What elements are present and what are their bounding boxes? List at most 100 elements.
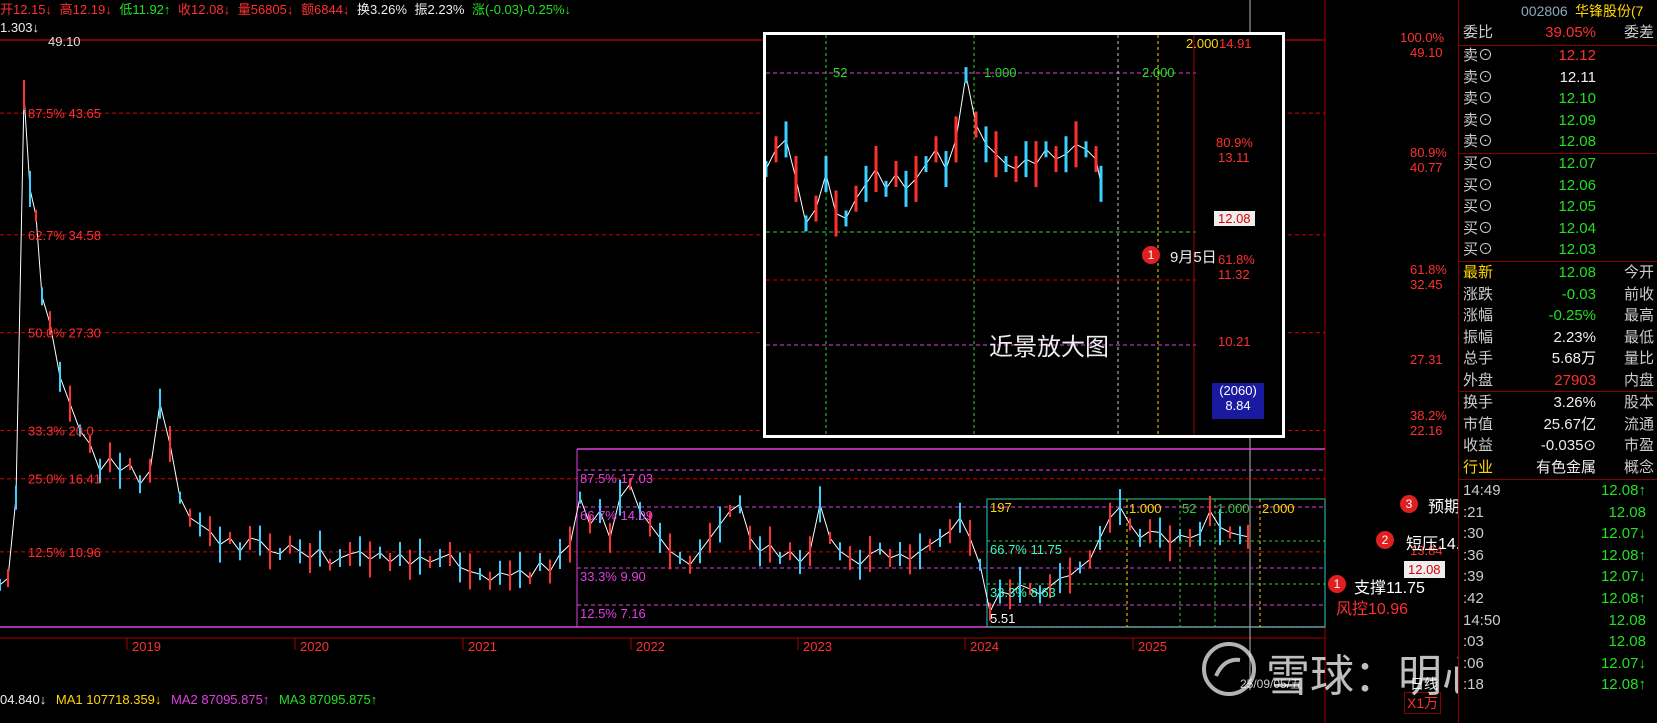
tick-label: :39 bbox=[1463, 568, 1484, 586]
indicator-bar: 04.840↓ MA1 107718.359↓ MA2 87095.875↑ M… bbox=[0, 692, 383, 707]
tick-label: :06 bbox=[1463, 654, 1484, 672]
fib-label: 62.7% 34.58 bbox=[28, 228, 101, 243]
volume-value: 量56805↓ bbox=[237, 2, 294, 17]
fib-label: 33.3% 9.90 bbox=[580, 569, 646, 584]
fib-label: 33.3% 20.0 bbox=[28, 424, 94, 439]
year-label: 2019 bbox=[132, 639, 161, 654]
tick-value: 12.08 bbox=[1608, 611, 1646, 629]
stat-label: 市值 bbox=[1463, 415, 1494, 433]
time-mark-label: 1.000 bbox=[1129, 501, 1162, 516]
ask-row: 卖⊙ 12.09 bbox=[1459, 110, 1657, 132]
tick-row: :18 12.08↑ bbox=[1459, 674, 1657, 696]
stat-label2: 前收 bbox=[1623, 285, 1654, 303]
stat-value: 5.68万 bbox=[1551, 350, 1596, 368]
inset-marker-1: 1 bbox=[1142, 246, 1160, 264]
bid-label: 买⊙ bbox=[1463, 219, 1494, 237]
year-label: 2022 bbox=[636, 639, 665, 654]
stat-label: 涨跌 bbox=[1463, 285, 1494, 303]
tick-label: 14:49 bbox=[1463, 482, 1501, 499]
inset-date-label: 9月5日 bbox=[1170, 249, 1217, 266]
tick-label: :30 bbox=[1463, 525, 1484, 543]
axis-tick: 80.9% bbox=[1410, 145, 1447, 160]
tick-row: :06 12.07↓ bbox=[1459, 653, 1657, 675]
bid-value: 12.06 bbox=[1558, 176, 1596, 194]
ask-value: 12.12 bbox=[1558, 47, 1596, 64]
tick-label: :21 bbox=[1463, 503, 1484, 521]
stat-label2: 最低 bbox=[1623, 328, 1654, 346]
high-value: 高12.19↓ bbox=[59, 2, 112, 17]
right-price-axis: 100.0% 49.10 80.9% 40.77 61.8% 32.45 27.… bbox=[1400, 0, 1458, 723]
stat-value: 25.67亿 bbox=[1543, 415, 1596, 433]
axis-tick: 100.0% bbox=[1400, 30, 1445, 45]
ask-label: 卖⊙ bbox=[1463, 47, 1494, 64]
inset-chart bbox=[764, 35, 1196, 435]
stat-label: 外盘 bbox=[1463, 372, 1494, 389]
bid-row: 买⊙ 12.07 bbox=[1459, 153, 1657, 175]
inset-count-box: (2060) 8.84 bbox=[1212, 383, 1264, 419]
axis-tick: 61.8% bbox=[1410, 262, 1447, 277]
stat-value: -0.035⊙ bbox=[1540, 437, 1596, 455]
stat-row: 换手 3.26% 股本 bbox=[1459, 392, 1657, 414]
inset-caption: 近景放大图 bbox=[989, 334, 1109, 361]
tick-value: 12.07↓ bbox=[1600, 525, 1646, 543]
stat-row: 涨跌 -0.03 前收 bbox=[1459, 284, 1657, 306]
axis-tick: 32.45 bbox=[1410, 277, 1443, 292]
inset-mark: 2.000 bbox=[1142, 65, 1175, 80]
amount-value: 额6844↓ bbox=[301, 2, 350, 17]
tick-value: 12.08↑ bbox=[1600, 590, 1646, 607]
xueqiu-logo-icon bbox=[1202, 642, 1256, 696]
stat-row: 最新 12.08 今开 bbox=[1459, 262, 1657, 284]
close-value: 收12.08↓ bbox=[178, 2, 231, 17]
inset-tick: 80.9% bbox=[1216, 135, 1253, 150]
ask-value: 12.10 bbox=[1558, 90, 1596, 108]
tick-value: 12.08↑ bbox=[1600, 546, 1646, 564]
bid-row: 买⊙ 12.06 bbox=[1459, 175, 1657, 197]
vol-value: 04.840↓ bbox=[0, 692, 47, 707]
zoom-inset-panel: 52 1.000 2.000 2.000 近景放大图 9月5日 1 14.91 … bbox=[763, 32, 1285, 438]
stat-row: 外盘 27903 内盘 bbox=[1459, 370, 1657, 392]
amplitude-value: 振2.23% bbox=[414, 2, 465, 17]
stat-row: 收益 -0.035⊙ 市盈 bbox=[1459, 435, 1657, 457]
tick-value: 12.08↑ bbox=[1600, 482, 1646, 499]
year-label: 2020 bbox=[300, 639, 329, 654]
axis-tick: 22.16 bbox=[1410, 423, 1443, 438]
stat-value: 27903 bbox=[1554, 372, 1596, 389]
ask-label: 卖⊙ bbox=[1463, 68, 1494, 86]
year-label: 2021 bbox=[468, 639, 497, 654]
time-mark-label: 52 bbox=[1182, 501, 1196, 516]
fib-label: 66.7% 14.09 bbox=[580, 508, 653, 523]
stat-value: 有色金属 bbox=[1535, 458, 1596, 476]
ask-value: 12.09 bbox=[1558, 111, 1596, 129]
axis-tick: 27.31 bbox=[1410, 352, 1443, 367]
stat-row: 涨幅 -0.25% 最高 bbox=[1459, 305, 1657, 327]
change-value: 涨(-0.03)-0.25%↓ bbox=[472, 2, 572, 17]
annotation-risk: 风控10.96 bbox=[1336, 601, 1409, 618]
tick-label: :42 bbox=[1463, 590, 1484, 607]
year-label: 2024 bbox=[970, 639, 999, 654]
stat-value: 12.08 bbox=[1558, 264, 1596, 281]
inset-tick: 13.11 bbox=[1218, 150, 1250, 165]
tick-row: 14:50 12.08 bbox=[1459, 610, 1657, 632]
ask-row: 卖⊙ 12.08 bbox=[1459, 131, 1657, 153]
marker-2: 2 bbox=[1376, 531, 1394, 549]
stat-row: 振幅 2.23% 最低 bbox=[1459, 327, 1657, 349]
stat-label2: 股本 bbox=[1623, 394, 1654, 411]
year-axis: 2019 2020 2021 2022 2023 2024 2025 bbox=[126, 638, 1167, 654]
stat-value: -0.25% bbox=[1548, 307, 1596, 325]
ask-value: 12.11 bbox=[1559, 68, 1596, 86]
stat-label: 总手 bbox=[1463, 350, 1494, 368]
stat-label: 振幅 bbox=[1463, 328, 1494, 346]
inset-grid bbox=[766, 35, 1196, 435]
fib-recent-box bbox=[986, 498, 1326, 628]
ask-label: 卖⊙ bbox=[1463, 111, 1494, 129]
bid-label: 买⊙ bbox=[1463, 155, 1494, 172]
tick-value: 12.08 bbox=[1608, 633, 1646, 651]
left-axis-value: 1.303↓ bbox=[0, 20, 40, 35]
fib-label: 50.0% 27.30 bbox=[28, 326, 101, 341]
turnover-value: 换3.26% bbox=[357, 2, 407, 17]
stat-label: 涨幅 bbox=[1463, 307, 1494, 325]
tick-row: :36 12.08↑ bbox=[1459, 545, 1657, 567]
ma2-value: MA2 87095.875↑ bbox=[171, 692, 270, 707]
ask-label: 卖⊙ bbox=[1463, 133, 1494, 151]
marker-3: 3 bbox=[1400, 495, 1418, 513]
